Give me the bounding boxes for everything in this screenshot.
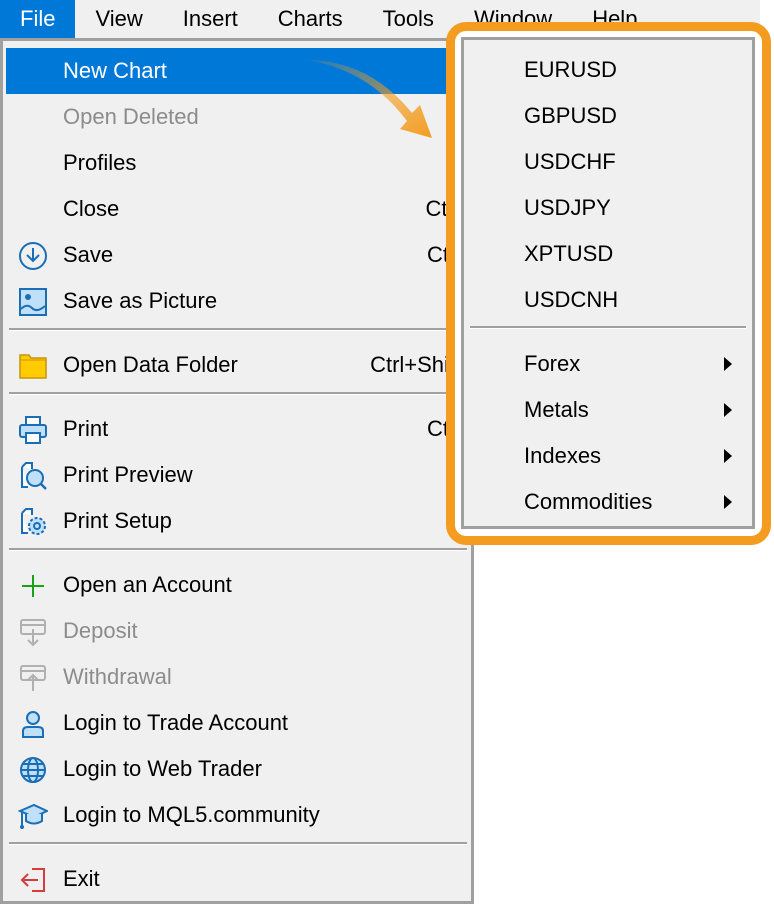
callout-arrow-icon: [300, 55, 445, 145]
group-label: Metals: [524, 397, 589, 422]
print-preview-icon: [18, 461, 48, 491]
menu-file[interactable]: File: [0, 0, 76, 38]
menu-item-label: Open Data Folder: [63, 352, 238, 377]
group-label: Commodities: [524, 489, 653, 514]
menu-tools[interactable]: Tools: [363, 0, 454, 38]
menu-item-login-mql5[interactable]: Login to MQL5.community: [6, 792, 470, 838]
plus-icon: [18, 571, 48, 601]
menu-item-withdrawal: Withdrawal: [6, 654, 470, 700]
menu-separator: [9, 392, 467, 395]
symbol-item-xptusd[interactable]: XPTUSD: [464, 231, 752, 277]
menu-separator: [470, 326, 746, 329]
menu-separator: [9, 842, 467, 845]
graduation-cap-icon: [18, 801, 48, 831]
menu-item-save[interactable]: Save Ctrl+: [6, 232, 474, 278]
symbol-label: USDCHF: [524, 149, 616, 174]
menu-separator: [9, 548, 467, 551]
file-menu: New Chart Open Deleted Profiles Close Ct…: [0, 38, 486, 904]
symbol-label: GBPUSD: [524, 103, 617, 128]
submenu-arrow-icon: [724, 403, 732, 417]
menu-item-label: Print Preview: [63, 462, 193, 487]
menu-item-save-as-picture[interactable]: Save as Picture: [6, 278, 470, 324]
menu-item-exit[interactable]: Exit: [6, 856, 470, 902]
group-item-indexes[interactable]: Indexes: [464, 433, 752, 479]
submenu-arrow-icon: [724, 449, 732, 463]
folder-icon: [18, 351, 48, 381]
menu-item-label: Save: [63, 242, 114, 267]
menu-item-label: Open an Account: [63, 572, 232, 597]
save-icon: [18, 241, 48, 271]
menu-item-print[interactable]: Print Ctrl+: [6, 406, 474, 452]
group-item-forex[interactable]: Forex: [464, 341, 752, 387]
deposit-icon: [18, 617, 48, 647]
menu-item-label: Withdrawal: [63, 664, 172, 689]
withdrawal-icon: [18, 663, 48, 693]
menu-item-label: Print Setup: [63, 508, 172, 533]
symbol-item-eurusd[interactable]: EURUSD: [464, 47, 752, 93]
menu-item-profiles[interactable]: Profiles: [6, 140, 470, 186]
exit-icon: [18, 865, 48, 895]
menu-item-deposit: Deposit: [6, 608, 470, 654]
menu-item-label: Login to Web Trader: [63, 756, 262, 781]
symbol-label: USDCNH: [524, 287, 619, 312]
menu-item-login-trade-account[interactable]: Login to Trade Account: [6, 700, 470, 746]
menu-item-label: Save as Picture: [63, 288, 218, 313]
symbol-label: USDJPY: [524, 195, 611, 220]
symbol-item-usdchf[interactable]: USDCHF: [464, 139, 752, 185]
menu-item-label: Deposit: [63, 618, 138, 643]
symbol-item-gbpusd[interactable]: GBPUSD: [464, 93, 752, 139]
new-chart-submenu: EURUSD GBPUSD USDCHF USDJPY XPTUSD USDCN…: [461, 37, 755, 529]
menu-item-label: Login to Trade Account: [63, 710, 289, 735]
print-setup-icon: [18, 507, 48, 537]
menu-item-print-setup[interactable]: Print Setup: [6, 498, 470, 544]
menu-view[interactable]: View: [75, 0, 162, 38]
group-item-metals[interactable]: Metals: [464, 387, 752, 433]
symbol-item-usdcnh[interactable]: USDCNH: [464, 277, 752, 323]
symbol-label: EURUSD: [524, 57, 617, 82]
menu-separator: [9, 328, 467, 331]
group-label: Indexes: [524, 443, 602, 468]
globe-icon: [18, 755, 48, 785]
menu-item-login-web-trader[interactable]: Login to Web Trader: [6, 746, 470, 792]
symbol-item-usdjpy[interactable]: USDJPY: [464, 185, 752, 231]
menu-item-close[interactable]: Close Ctrl+F: [6, 186, 486, 232]
menu-item-label: Open Deleted: [63, 104, 199, 129]
menu-item-label: Print: [63, 416, 109, 441]
printer-icon: [18, 415, 48, 445]
symbol-label: XPTUSD: [524, 241, 614, 266]
picture-icon: [18, 287, 48, 317]
menu-item-label: Login to MQL5.community: [63, 802, 320, 827]
submenu-arrow-icon: [724, 357, 732, 371]
menu-item-open-account[interactable]: Open an Account: [6, 562, 470, 608]
group-item-commodities[interactable]: Commodities: [464, 479, 752, 525]
menu-item-label: Profiles: [63, 150, 137, 175]
menu-item-print-preview[interactable]: Print Preview: [6, 452, 470, 498]
menu-item-label: New Chart: [63, 58, 167, 83]
menu-item-label: Close: [63, 196, 120, 221]
user-icon: [18, 709, 48, 739]
group-label: Forex: [524, 351, 581, 376]
menu-insert[interactable]: Insert: [163, 0, 258, 38]
menu-charts[interactable]: Charts: [258, 0, 363, 38]
submenu-arrow-icon: [724, 495, 732, 509]
menu-item-label: Exit: [63, 866, 100, 891]
menu-item-open-data-folder[interactable]: Open Data Folder Ctrl+Shift+: [6, 342, 474, 388]
